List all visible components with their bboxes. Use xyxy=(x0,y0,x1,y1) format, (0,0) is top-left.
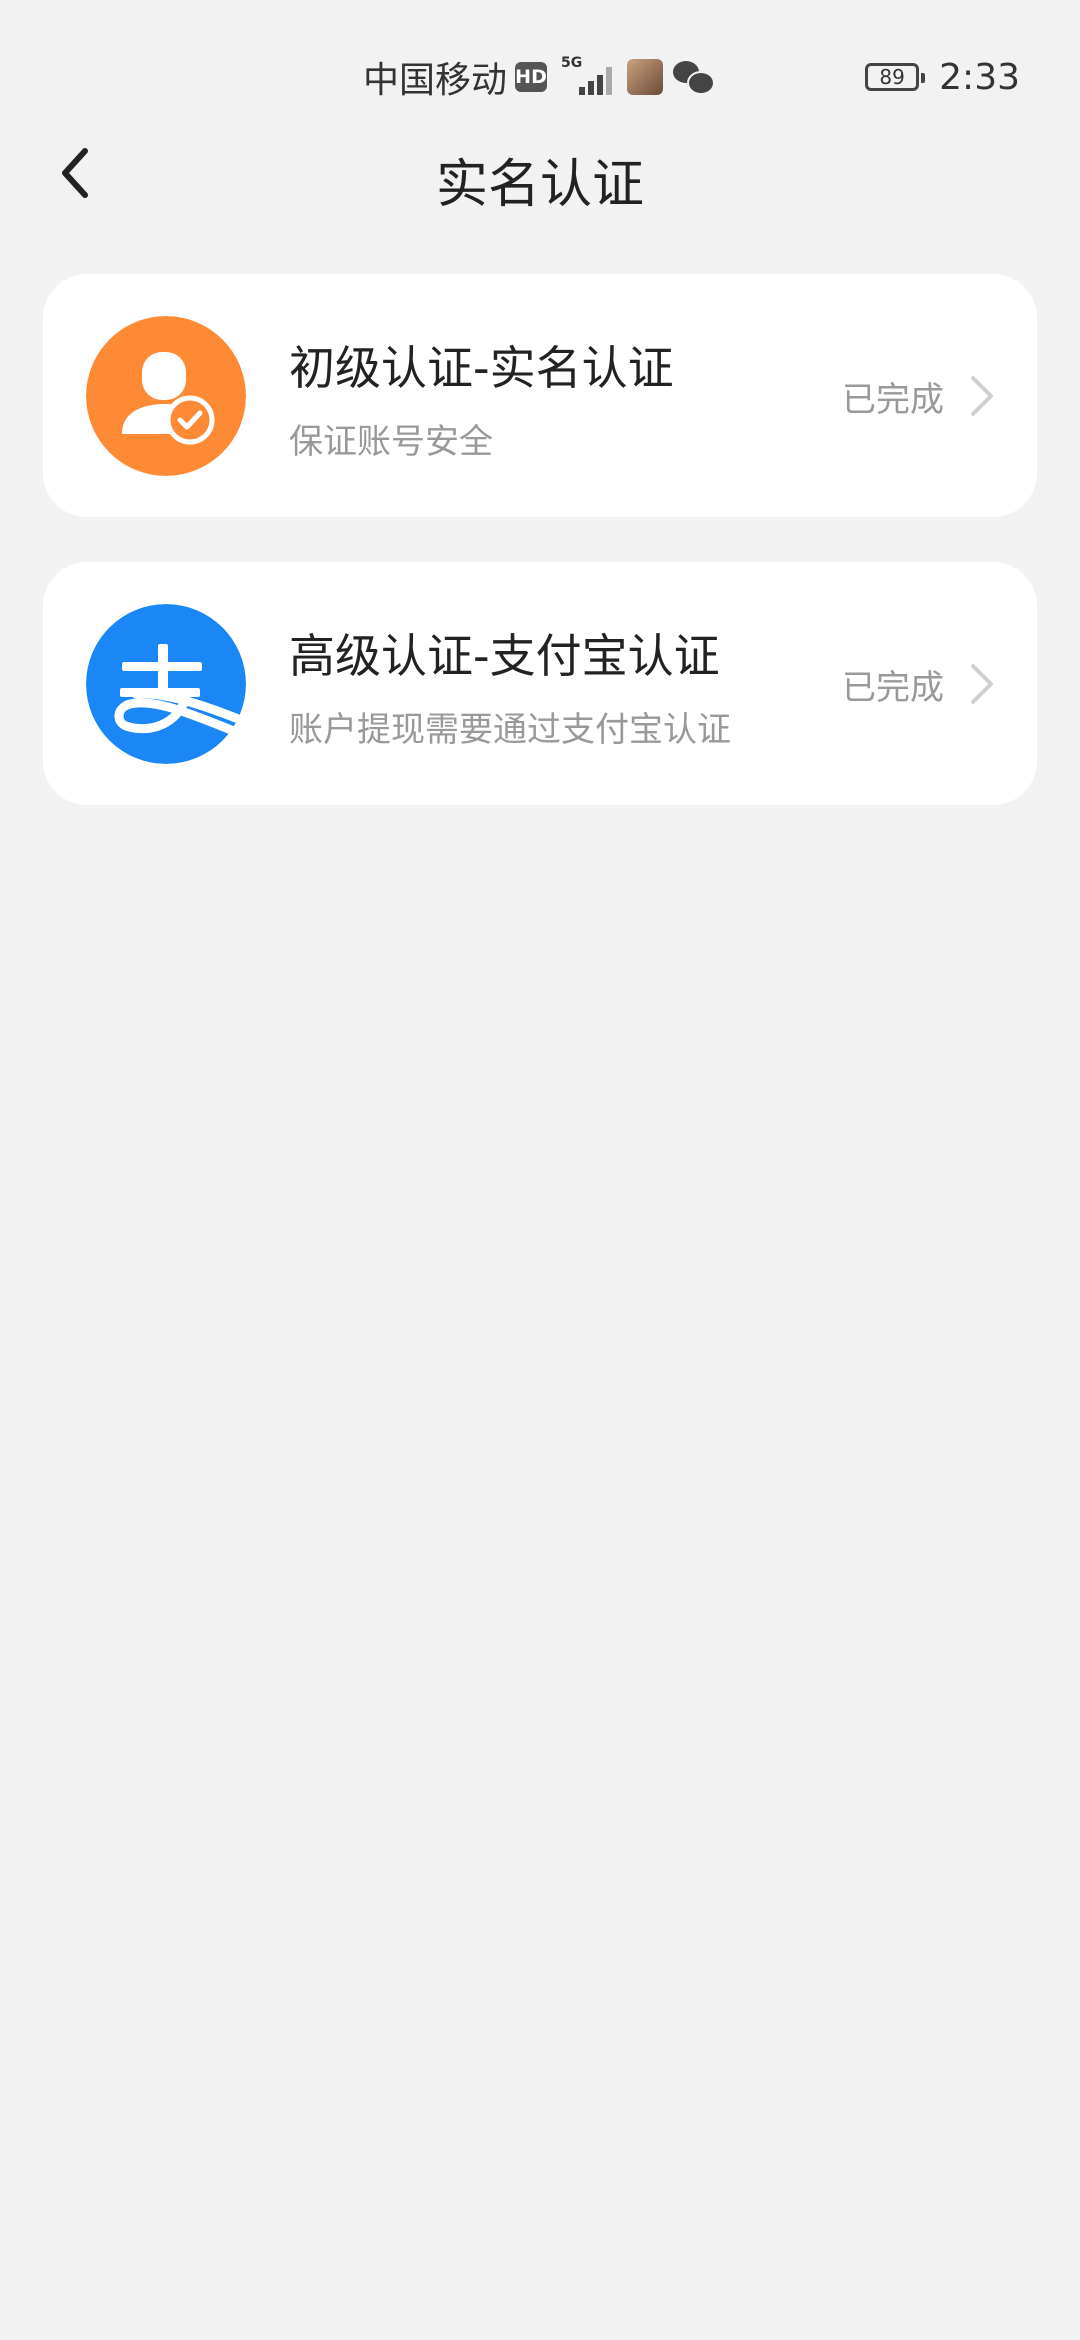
status-label: 已完成 xyxy=(842,668,944,708)
chevron-right-icon xyxy=(971,376,993,416)
wechat-icon xyxy=(673,59,716,95)
item-subtitle: 账户提现需要通过支付宝认证 xyxy=(289,710,731,750)
notification-avatar-icon xyxy=(627,59,664,95)
item-title: 初级认证-实名认证 xyxy=(289,341,674,395)
status-label: 已完成 xyxy=(842,380,944,420)
battery-level: 89 xyxy=(879,65,905,89)
alipay-icon xyxy=(86,604,246,764)
network-type: 5G xyxy=(561,55,583,71)
user-verified-icon xyxy=(86,316,246,476)
hd-icon: HD xyxy=(515,62,548,92)
header: 实名认证 xyxy=(0,120,1080,230)
item-title: 高级认证-支付宝认证 xyxy=(289,629,720,683)
battery-icon: 89 xyxy=(865,63,926,91)
page-title: 实名认证 xyxy=(435,155,644,215)
signal-icon: 5G xyxy=(561,55,617,99)
carrier-name: 中国移动 xyxy=(363,60,508,101)
status-bar-center: 中国移动 HD 5G xyxy=(363,52,716,102)
verification-item-alipay[interactable]: 高级认证-支付宝认证 账户提现需要通过支付宝认证 已完成 xyxy=(43,562,1037,805)
verification-item-basic[interactable]: 初级认证-实名认证 保证账号安全 已完成 xyxy=(43,274,1037,517)
clock: 2:33 xyxy=(939,56,1020,98)
status-bar-right: 89 2:33 xyxy=(865,52,1020,102)
chevron-right-icon xyxy=(971,664,993,704)
item-subtitle: 保证账号安全 xyxy=(289,422,493,462)
